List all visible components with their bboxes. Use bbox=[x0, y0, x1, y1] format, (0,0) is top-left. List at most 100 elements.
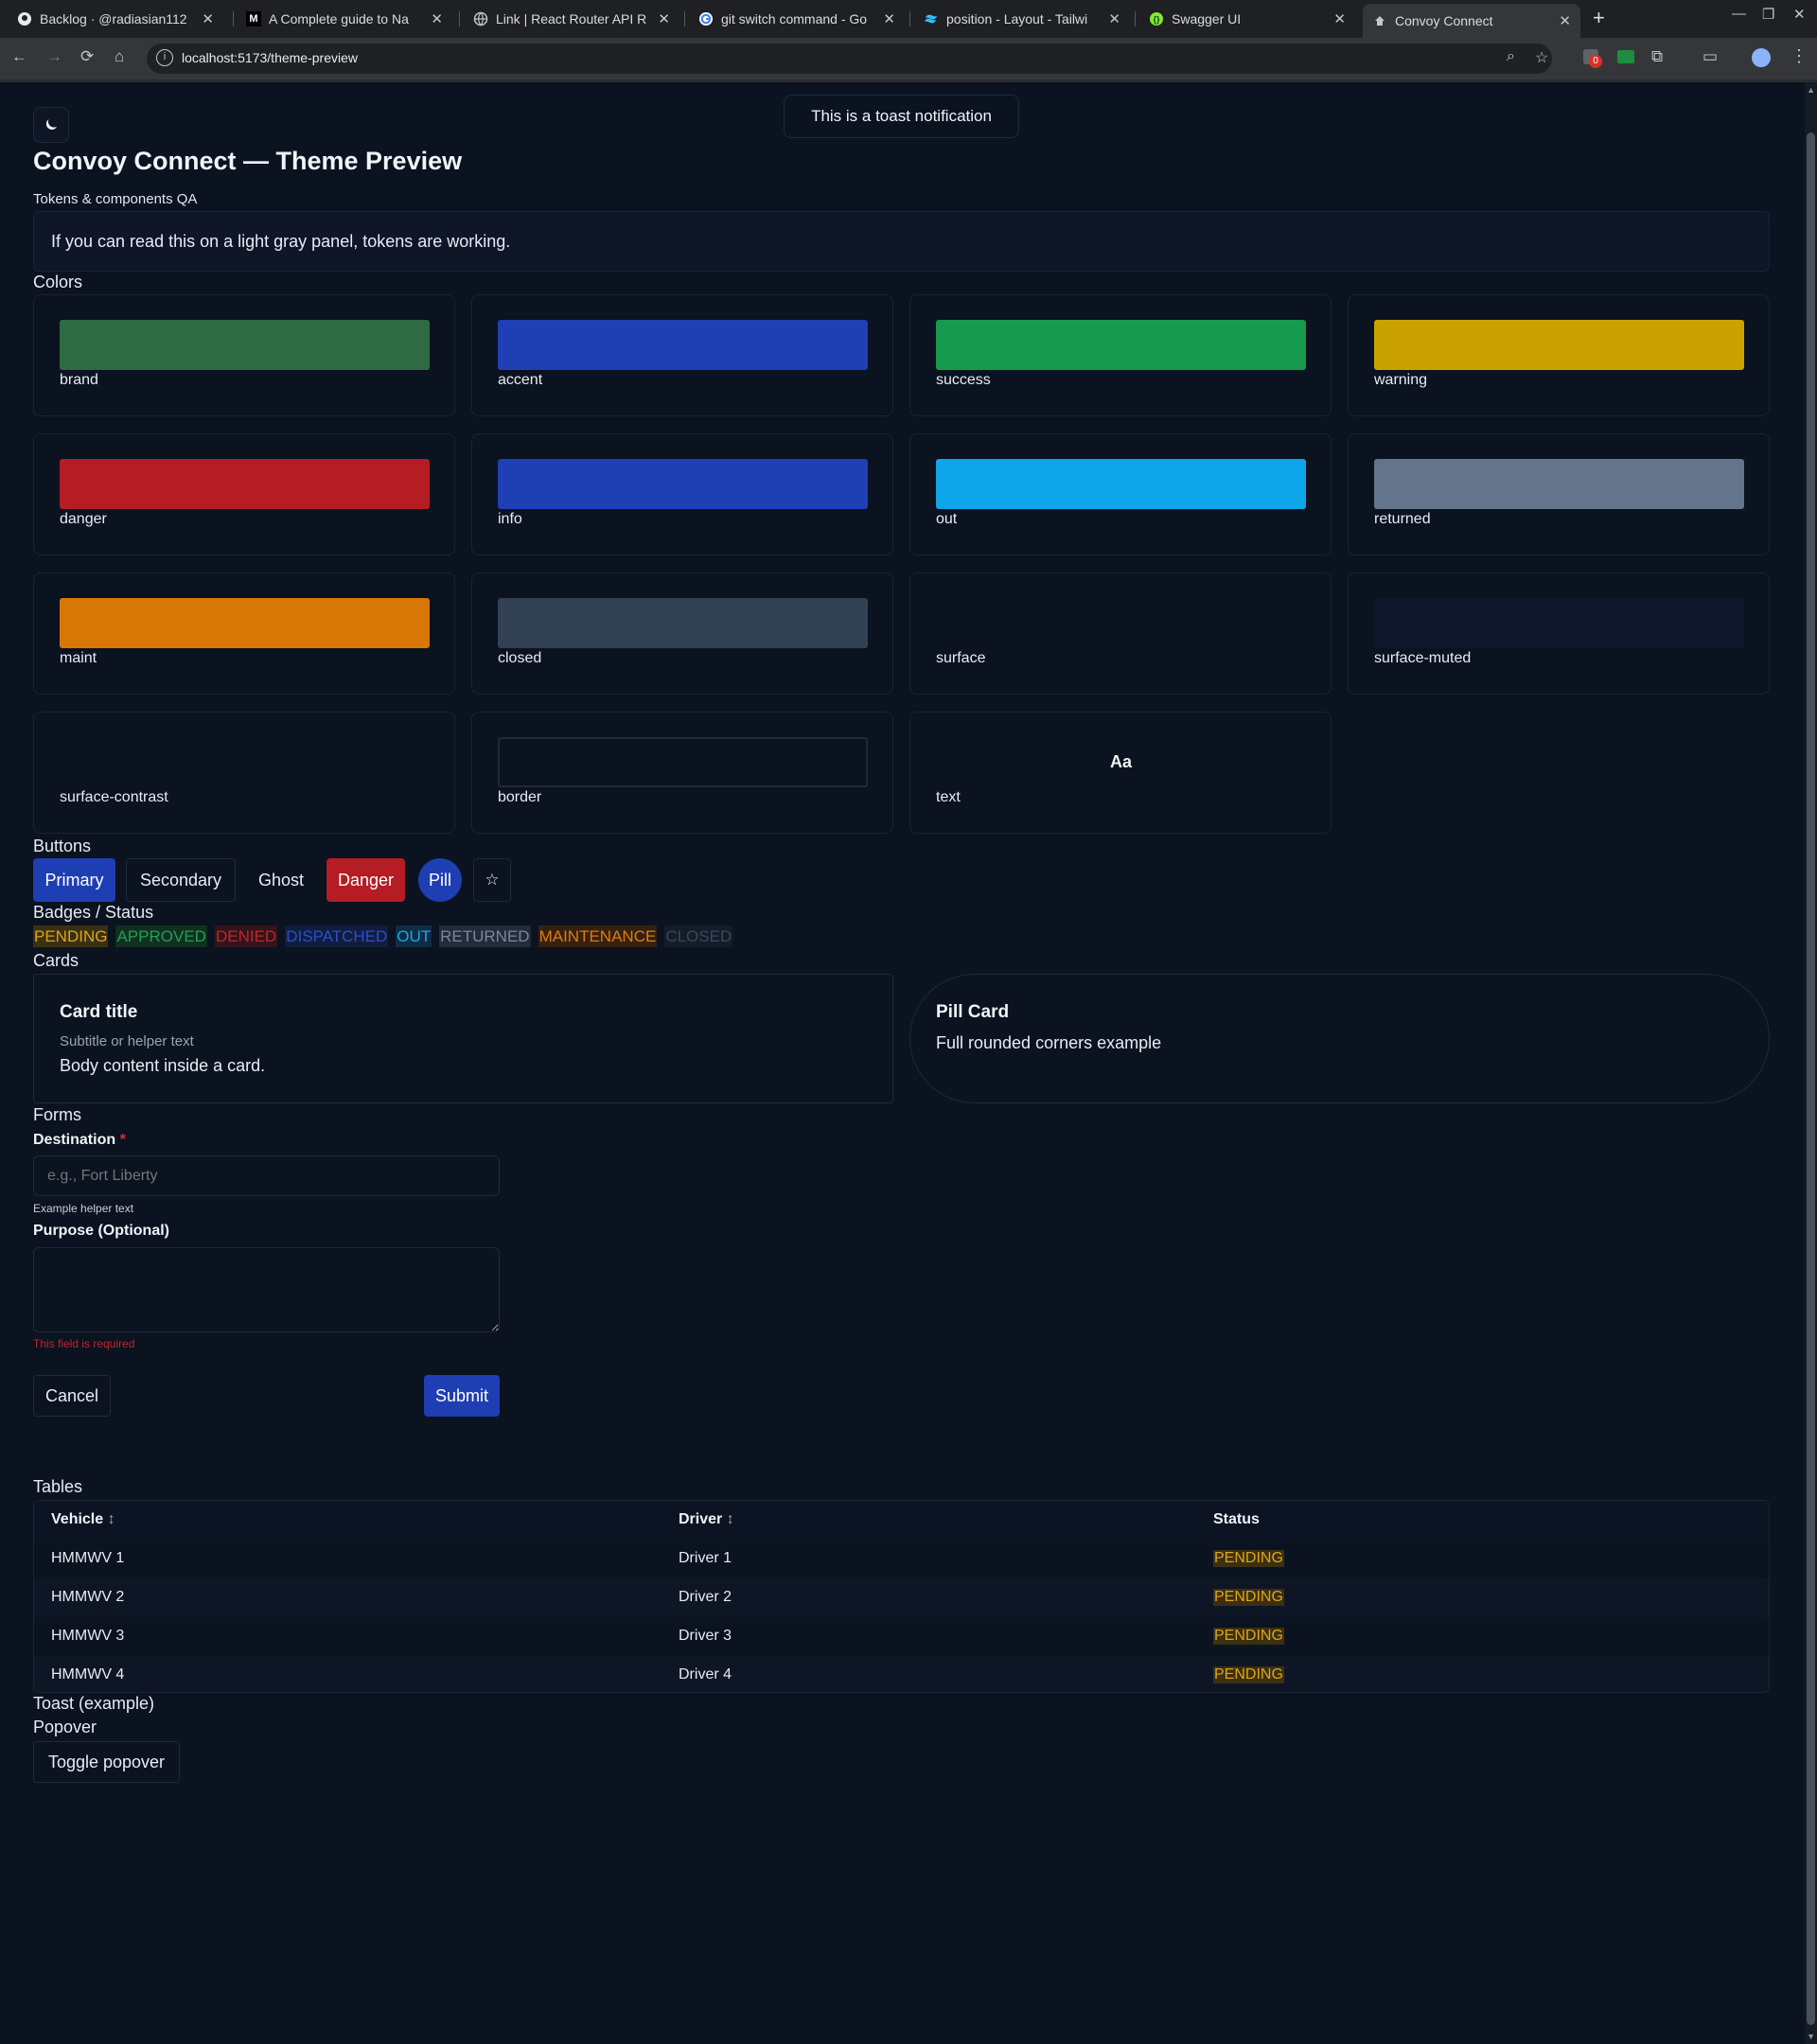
ghost-button[interactable]: Ghost bbox=[244, 858, 318, 902]
browser-tab[interactable]: position - Layout - Tailwi ✕ bbox=[914, 5, 1130, 33]
close-window-icon[interactable]: ✕ bbox=[1793, 6, 1806, 23]
submit-button[interactable]: Submit bbox=[424, 1375, 500, 1417]
globe-icon bbox=[473, 11, 488, 26]
theme-toggle-button[interactable] bbox=[33, 107, 69, 143]
close-tab-icon[interactable]: ✕ bbox=[883, 10, 895, 27]
color-swatch-text: Aa text bbox=[909, 712, 1332, 834]
reload-icon[interactable]: ⟳ bbox=[80, 47, 94, 66]
forward-icon[interactable]: → bbox=[46, 47, 62, 66]
svg-text:{}: {} bbox=[1153, 15, 1160, 25]
color-swatch-label: text bbox=[936, 789, 961, 805]
cards-heading: Cards bbox=[33, 951, 79, 970]
cancel-button[interactable]: Cancel bbox=[33, 1375, 111, 1417]
browser-tab[interactable]: git switch command - Go ✕ bbox=[689, 5, 905, 33]
color-swatch-label: border bbox=[498, 789, 542, 805]
profile-avatar[interactable] bbox=[1752, 48, 1771, 67]
app-icon bbox=[1372, 13, 1387, 28]
table-row[interactable]: HMMWV 2 Driver 2 PENDING bbox=[34, 1578, 1769, 1617]
color-swatch-label: returned bbox=[1374, 511, 1431, 527]
color-swatch-label: success bbox=[936, 372, 991, 388]
close-tab-icon[interactable]: ✕ bbox=[1108, 10, 1120, 27]
primary-button[interactable]: Primary bbox=[33, 858, 115, 902]
color-chip bbox=[936, 598, 1306, 648]
site-info-icon[interactable]: i bbox=[156, 49, 173, 66]
toolbar-divider bbox=[0, 79, 1817, 82]
color-chip bbox=[498, 459, 868, 509]
popover-heading: Popover bbox=[33, 1718, 97, 1736]
color-swatch-label: closed bbox=[498, 650, 542, 666]
address-bar[interactable]: i localhost:5173/theme-preview ⌕ ☆ bbox=[147, 44, 1552, 74]
github-icon bbox=[17, 11, 32, 26]
table-row[interactable]: HMMWV 4 Driver 4 PENDING bbox=[34, 1656, 1769, 1692]
zoom-icon[interactable]: ⌕ bbox=[1507, 48, 1515, 65]
color-chip bbox=[1374, 320, 1744, 370]
browser-tab-strip: Backlog · @radiasian112 ✕ M A Complete gu… bbox=[0, 0, 1817, 38]
scroll-up-icon[interactable]: ▲ bbox=[1807, 85, 1815, 95]
close-tab-icon[interactable]: ✕ bbox=[658, 10, 670, 27]
vehicle-cell: HMMWV 3 bbox=[51, 1628, 125, 1644]
table-row[interactable]: HMMWV 1 Driver 1 PENDING bbox=[34, 1540, 1769, 1578]
browser-tab[interactable]: Link | React Router API R ✕ bbox=[464, 5, 679, 33]
home-icon[interactable]: ⌂ bbox=[115, 47, 124, 66]
browser-tab-active[interactable]: Convoy Connect ✕ bbox=[1363, 4, 1580, 38]
driver-cell: Driver 2 bbox=[679, 1589, 732, 1605]
vehicle-cell: HMMWV 4 bbox=[51, 1666, 125, 1683]
purpose-error-text: This field is required bbox=[33, 1337, 135, 1350]
google-icon bbox=[698, 11, 714, 26]
minimize-icon[interactable]: — bbox=[1732, 6, 1746, 22]
side-panel-icon[interactable]: ▭ bbox=[1702, 47, 1718, 66]
color-swatch-label: brand bbox=[60, 372, 98, 388]
driver-cell: Driver 3 bbox=[679, 1628, 732, 1644]
driver-cell: Driver 1 bbox=[679, 1550, 732, 1566]
color-chip bbox=[498, 598, 868, 648]
secondary-button[interactable]: Secondary bbox=[126, 858, 236, 902]
close-tab-icon[interactable]: ✕ bbox=[202, 10, 214, 27]
table-row[interactable]: HMMWV 3 Driver 3 PENDING bbox=[34, 1617, 1769, 1656]
destination-input[interactable] bbox=[33, 1155, 500, 1196]
purpose-textarea[interactable] bbox=[33, 1247, 500, 1332]
card-subtitle: Subtitle or helper text bbox=[60, 1033, 194, 1049]
toggle-popover-button[interactable]: Toggle popover bbox=[33, 1741, 180, 1783]
back-icon[interactable]: ← bbox=[11, 47, 27, 66]
destination-helper-text: Example helper text bbox=[33, 1202, 134, 1215]
url-text: localhost:5173/theme-preview bbox=[182, 50, 358, 65]
card-title: Card title bbox=[60, 1002, 138, 1022]
column-header-vehicle[interactable]: Vehicle ↕ bbox=[51, 1511, 115, 1528]
column-header-driver[interactable]: Driver ↕ bbox=[679, 1511, 734, 1528]
browser-tab[interactable]: M A Complete guide to Na ✕ bbox=[237, 5, 452, 33]
extension-icon[interactable] bbox=[1617, 50, 1634, 63]
close-tab-icon[interactable]: ✕ bbox=[1559, 12, 1571, 29]
toast-example-heading: Toast (example) bbox=[33, 1694, 155, 1713]
scroll-down-icon[interactable]: ▼ bbox=[1807, 2032, 1815, 2041]
star-icon-button[interactable]: ☆ bbox=[473, 858, 511, 902]
extension-icon[interactable]: 0 bbox=[1583, 49, 1602, 68]
close-tab-icon[interactable]: ✕ bbox=[1333, 10, 1346, 27]
extension-badge: 0 bbox=[1589, 55, 1602, 68]
restore-icon[interactable]: ❐ bbox=[1762, 6, 1774, 23]
menu-kebab-icon[interactable]: ⋮ bbox=[1791, 46, 1808, 66]
status-badge: PENDING bbox=[1213, 1628, 1284, 1645]
pill-card: Pill Card Full rounded corners example bbox=[909, 974, 1770, 1103]
sort-icon[interactable]: ↕ bbox=[108, 1511, 115, 1527]
browser-tab[interactable]: {} Swagger UI ✕ bbox=[1139, 5, 1355, 33]
destination-label: Destination * bbox=[33, 1132, 126, 1148]
close-tab-icon[interactable]: ✕ bbox=[431, 10, 443, 27]
color-swatch-returned: returned bbox=[1348, 433, 1770, 555]
color-swatch-label: danger bbox=[60, 511, 107, 527]
color-swatch-accent: accent bbox=[471, 294, 893, 416]
color-swatch-closed: closed bbox=[471, 573, 893, 695]
color-swatch-maint: maint bbox=[33, 573, 455, 695]
danger-button[interactable]: Danger bbox=[326, 858, 405, 902]
card-body: Body content inside a card. bbox=[60, 1056, 266, 1075]
pill-button[interactable]: Pill bbox=[418, 858, 462, 902]
page-title: Convoy Connect — Theme Preview bbox=[33, 147, 463, 175]
scrollbar-thumb[interactable] bbox=[1807, 132, 1815, 2025]
browser-tab[interactable]: Backlog · @radiasian112 ✕ bbox=[8, 5, 223, 33]
bookmark-star-icon[interactable]: ☆ bbox=[1535, 48, 1548, 67]
sort-icon[interactable]: ↕ bbox=[727, 1511, 734, 1527]
new-tab-button[interactable]: + bbox=[1593, 6, 1605, 30]
extensions-puzzle-icon[interactable]: ⧉ bbox=[1651, 47, 1663, 66]
color-swatch-success: success bbox=[909, 294, 1332, 416]
driver-cell: Driver 4 bbox=[679, 1666, 732, 1683]
color-swatch-danger: danger bbox=[33, 433, 455, 555]
